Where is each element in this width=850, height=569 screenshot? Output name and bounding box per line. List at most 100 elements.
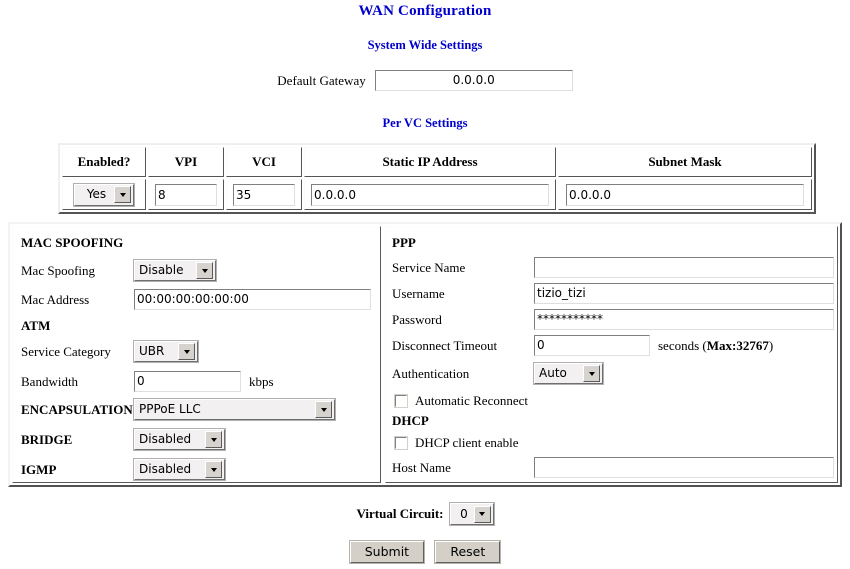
chevron-down-icon — [205, 431, 222, 448]
username-label: Username — [392, 285, 445, 301]
per-vc-settings-heading: Per VC Settings — [382, 116, 468, 130]
submit-button[interactable]: Submit — [348, 540, 426, 564]
atm-heading: ATM — [21, 318, 51, 333]
page-title: WAN Configuration — [358, 3, 492, 19]
reset-button[interactable]: Reset — [434, 540, 502, 564]
ppp-heading: PPP — [392, 235, 416, 250]
virtual-circuit-label: Virtual Circuit: — [356, 506, 444, 521]
cell-static-ip-address: 0.0.0.0 — [304, 179, 556, 210]
bridge-row: BRIDGE Disabled — [21, 428, 226, 451]
mac-address-row: Mac Address 00:00:00:00:00:00 — [21, 288, 372, 311]
bridge-select-value: Disabled — [139, 432, 192, 446]
disconnect-timeout-unit-label: seconds (Max:32767) — [658, 338, 773, 354]
disconnect-timeout-label: Disconnect Timeout — [392, 337, 498, 353]
chevron-down-icon — [196, 262, 213, 279]
form-button-row: Submit Reset — [0, 540, 850, 564]
column-header-static-ip-address: Static IP Address — [304, 147, 556, 177]
enabled-select[interactable]: Yes — [73, 182, 135, 207]
unit-close-paren: ) — [768, 337, 774, 353]
virtual-circuit-select[interactable]: 0 — [448, 502, 495, 526]
cell-vpi: 8 — [148, 179, 224, 210]
cell-vci: 35 — [226, 179, 302, 210]
service-name-label: Service Name — [392, 259, 466, 275]
table-header-row: Enabled? VPI VCI Static IP Address Subne… — [62, 147, 812, 177]
mac-spoofing-heading: MAC SPOOFING — [21, 235, 124, 250]
authentication-select-value: Auto — [539, 366, 567, 380]
max-value-text: Max:32767 — [706, 337, 769, 353]
bandwidth-unit-label: kbps — [249, 373, 274, 389]
encapsulation-row: ENCAPSULATION PPPoE LLC — [21, 398, 336, 421]
username-row: Username tizio_tizi — [392, 282, 835, 305]
mac-address-input[interactable]: 00:00:00:00:00:00 — [133, 288, 372, 311]
default-gateway-input[interactable]: 0.0.0.0 — [373, 69, 574, 92]
cell-enabled: Yes — [62, 179, 146, 210]
igmp-label: IGMP — [21, 461, 57, 477]
bridge-label: BRIDGE — [21, 431, 73, 447]
service-name-row: Service Name — [392, 256, 835, 279]
password-row: Password *********** — [392, 308, 835, 331]
column-header-vpi: VPI — [148, 147, 224, 177]
authentication-select[interactable]: Auto — [533, 362, 604, 385]
chevron-down-icon — [205, 461, 222, 478]
system-wide-settings-heading: System Wide Settings — [367, 38, 483, 52]
host-name-row: Host Name — [392, 456, 835, 479]
virtual-circuit-row: Virtual Circuit: 0 — [0, 502, 850, 526]
settings-panes: MAC SPOOFING Mac Spoofing Disable Mac Ad… — [8, 222, 842, 487]
authentication-label: Authentication — [392, 365, 470, 381]
encapsulation-select-value: PPPoE LLC — [139, 402, 201, 416]
dhcp-client-enable-label: DHCP client enable — [415, 435, 519, 450]
left-settings-pane: MAC SPOOFING Mac Spoofing Disable Mac Ad… — [12, 226, 381, 483]
igmp-row: IGMP Disabled — [21, 458, 226, 481]
authentication-row: Authentication Auto — [392, 362, 604, 385]
service-category-select[interactable]: UBR — [133, 340, 199, 363]
subnet-mask-input[interactable]: 0.0.0.0 — [565, 182, 805, 207]
column-header-vci: VCI — [226, 147, 302, 177]
static-ip-address-input[interactable]: 0.0.0.0 — [310, 182, 550, 207]
chevron-down-icon — [178, 343, 195, 360]
mac-address-label: Mac Address — [21, 291, 90, 307]
default-gateway-label: Default Gateway — [277, 72, 366, 88]
dhcp-client-enable-checkbox[interactable] — [394, 436, 408, 450]
encapsulation-select[interactable]: PPPoE LLC — [133, 398, 336, 421]
per-vc-settings-table: Enabled? VPI VCI Static IP Address Subne… — [58, 143, 816, 214]
service-category-select-value: UBR — [139, 344, 165, 358]
vci-input[interactable]: 35 — [232, 182, 296, 207]
column-header-enabled: Enabled? — [62, 147, 146, 177]
chevron-down-icon — [473, 505, 491, 523]
password-input[interactable]: *********** — [533, 308, 835, 331]
bandwidth-label: Bandwidth — [21, 373, 79, 389]
mac-spoofing-label: Mac Spoofing — [21, 262, 96, 278]
igmp-select[interactable]: Disabled — [133, 458, 226, 481]
virtual-circuit-select-value: 0 — [460, 506, 468, 521]
mac-spoofing-select[interactable]: Disable — [133, 259, 217, 282]
bandwidth-row: Bandwidth 0 kbps — [21, 370, 274, 393]
bridge-select[interactable]: Disabled — [133, 428, 226, 451]
automatic-reconnect-label: Automatic Reconnect — [415, 393, 528, 408]
chevron-down-icon — [315, 401, 332, 418]
mac-spoofing-select-value: Disable — [139, 263, 184, 277]
enabled-select-value: Yes — [86, 187, 107, 201]
dhcp-heading: DHCP — [392, 413, 429, 428]
automatic-reconnect-row: Automatic Reconnect — [394, 393, 528, 409]
column-header-subnet-mask: Subnet Mask — [558, 147, 812, 177]
automatic-reconnect-checkbox[interactable] — [394, 394, 408, 408]
default-gateway-row: Default Gateway 0.0.0.0 — [0, 69, 850, 92]
cell-subnet-mask: 0.0.0.0 — [558, 179, 812, 210]
username-input[interactable]: tizio_tizi — [533, 282, 835, 305]
password-label: Password — [392, 311, 442, 327]
disconnect-timeout-row: Disconnect Timeout 0 seconds (Max:32767) — [392, 334, 773, 357]
host-name-label: Host Name — [392, 459, 451, 475]
table-row: Yes 8 35 0.0.0.0 0.0.0.0 — [62, 179, 812, 210]
service-category-label: Service Category — [21, 343, 111, 359]
mac-spoofing-row: Mac Spoofing Disable — [21, 259, 217, 282]
chevron-down-icon — [114, 186, 131, 203]
host-name-input[interactable] — [533, 456, 835, 479]
service-name-input[interactable] — [533, 256, 835, 279]
service-category-row: Service Category UBR — [21, 340, 199, 363]
vpi-input[interactable]: 8 — [154, 182, 218, 207]
dhcp-client-enable-row: DHCP client enable — [394, 435, 519, 451]
bandwidth-input[interactable]: 0 — [133, 370, 242, 393]
disconnect-timeout-input[interactable]: 0 — [533, 334, 651, 357]
encapsulation-label: ENCAPSULATION — [21, 401, 133, 417]
seconds-text: seconds ( — [658, 337, 707, 353]
